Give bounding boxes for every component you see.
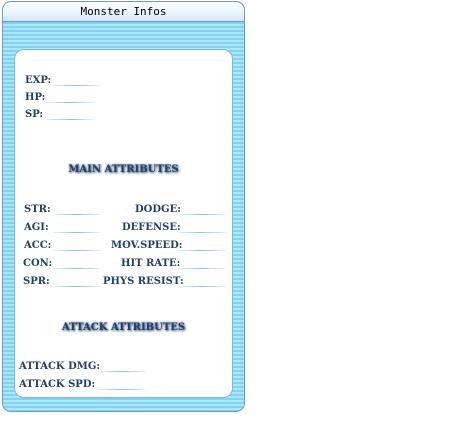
agi-value xyxy=(53,232,101,233)
window-title[interactable]: Monster Infos xyxy=(3,2,244,22)
mov-speed-label: MOV.SPEED: xyxy=(111,240,183,251)
hit-rate-label: HIT RATE: xyxy=(121,258,181,269)
sp-label: SP: xyxy=(25,109,44,120)
str-label: STR: xyxy=(24,204,51,215)
dodge-value xyxy=(178,214,226,215)
hp-value xyxy=(46,102,94,103)
spr-value xyxy=(53,286,101,287)
con-value xyxy=(53,268,101,269)
attack-spd-label: ATTACK SPD: xyxy=(19,379,96,390)
phys-resist-label: PHYS RESIST: xyxy=(103,276,184,287)
mov-speed-value xyxy=(178,250,226,251)
spr-label: SPR: xyxy=(23,276,50,287)
str-value xyxy=(53,214,101,215)
attack-dmg-value xyxy=(98,371,146,372)
attack-spd-value xyxy=(98,389,146,390)
exp-label: EXP: xyxy=(25,75,52,86)
hp-label: HP: xyxy=(25,92,46,103)
hit-rate-value xyxy=(178,268,226,269)
sp-value xyxy=(46,119,94,120)
acc-value xyxy=(53,250,101,251)
acc-label: ACC: xyxy=(24,240,52,251)
con-label: CON: xyxy=(23,258,53,269)
attack-dmg-label: ATTACK DMG: xyxy=(19,361,101,372)
defense-value xyxy=(178,232,226,233)
phys-resist-value xyxy=(178,286,226,287)
main-attributes-heading: MAIN ATTRIBUTES xyxy=(68,164,179,175)
defense-label: DEFENSE: xyxy=(122,222,181,233)
dodge-label: DODGE: xyxy=(135,204,181,215)
agi-label: AGI: xyxy=(24,222,49,233)
attack-attributes-heading: ATTACK ATTRIBUTES xyxy=(61,322,186,333)
exp-value xyxy=(52,85,100,86)
